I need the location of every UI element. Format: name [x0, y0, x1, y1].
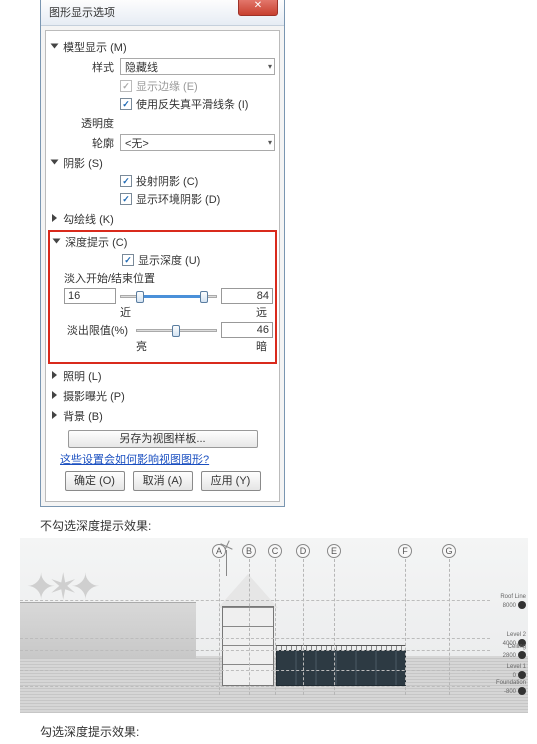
background-section: 背景 (B) — [52, 408, 275, 424]
sketchy-header[interactable]: 勾绘线 (K) — [52, 211, 275, 227]
fade-limit-track[interactable] — [136, 323, 217, 337]
caption-no-depth: 不勾选深度提示效果: — [40, 517, 537, 534]
windmill-icon — [226, 550, 227, 576]
checkbox-icon — [120, 98, 132, 110]
fade-start-input[interactable]: 16 — [64, 288, 116, 304]
grid-marker: A — [212, 544, 226, 558]
grid-marker: E — [327, 544, 341, 558]
slider-thumb[interactable] — [172, 325, 180, 337]
transparency-label: 透明度 — [70, 115, 114, 131]
expand-icon — [52, 214, 57, 222]
ok-button[interactable]: 确定 (O) — [65, 471, 125, 491]
elevation-preview: ✦✶✦ ABCDEFG Roof Line8000Level 24000Ceil… — [20, 538, 528, 713]
grid-marker: D — [296, 544, 310, 558]
sketchy-section: 勾绘线 (K) — [52, 211, 275, 227]
expand-icon — [51, 44, 59, 49]
fade-limit-input[interactable]: 46 — [221, 322, 273, 338]
dialog-body: 模型显示 (M) 样式 隐藏线 ▾ 显示边缘 (E) 使用反失真平滑线条 (I) — [45, 30, 280, 502]
level-line — [20, 650, 490, 651]
grid-marker: C — [268, 544, 282, 558]
background-header[interactable]: 背景 (B) — [52, 408, 275, 424]
show-edges-check: 显示边缘 (E) — [120, 78, 275, 94]
fade-limit-slider: 淡出限值(%) 46 亮 暗 — [64, 322, 273, 354]
fade-position-label: 淡入开始/结束位置 — [64, 270, 273, 286]
light-label: 亮 — [136, 338, 147, 354]
level-line — [20, 638, 490, 639]
checkbox-icon — [120, 193, 132, 205]
near-label: 近 — [120, 304, 131, 320]
style-label: 样式 — [70, 59, 114, 75]
grid-marker: F — [398, 544, 412, 558]
dark-label: 暗 — [256, 338, 267, 354]
far-label: 远 — [256, 304, 267, 320]
exposure-header[interactable]: 摄影曝光 (P) — [52, 388, 275, 404]
checkbox-icon — [120, 80, 132, 92]
anti-alias-check[interactable]: 使用反失真平滑线条 (I) — [120, 96, 275, 112]
ambient-shadows-check[interactable]: 显示环境阴影 (D) — [120, 191, 275, 207]
dialog-titlebar: 图形显示选项 ✕ — [41, 0, 284, 26]
level-label: Level 10 — [507, 664, 526, 680]
help-link[interactable]: 这些设置会如何影响视图图形? — [60, 451, 275, 467]
exposure-section: 摄影曝光 (P) — [52, 388, 275, 404]
transparency-row: 透明度 — [70, 115, 275, 131]
checkbox-icon — [122, 254, 134, 266]
cancel-button[interactable]: 取消 (A) — [133, 471, 193, 491]
checkbox-icon — [120, 175, 132, 187]
fade-limit-label: 淡出限值(%) — [64, 322, 128, 338]
dialog-button-bar: 确定 (O) 取消 (A) 应用 (Y) — [50, 471, 275, 491]
show-depth-check[interactable]: 显示深度 (U) — [122, 252, 273, 268]
level-label: Roof Line8000 — [500, 594, 526, 610]
expand-icon — [52, 411, 57, 419]
model-display-section: 模型显示 (M) 样式 隐藏线 ▾ 显示边缘 (E) 使用反失真平滑线条 (I) — [52, 39, 275, 151]
expand-icon — [51, 160, 59, 165]
dialog-title: 图形显示选项 — [49, 7, 115, 19]
save-as-template-button[interactable]: 另存为视图样板... — [68, 430, 258, 448]
slider-thumb-end[interactable] — [200, 291, 208, 303]
model-display-header[interactable]: 模型显示 (M) — [52, 39, 275, 55]
grid-marker: G — [442, 544, 456, 558]
shadows-section: 阴影 (S) 投射阴影 (C) 显示环境阴影 (D) — [52, 155, 275, 207]
close-button[interactable]: ✕ — [238, 0, 278, 16]
silhouette-label: 轮廓 — [70, 135, 114, 151]
style-row: 样式 隐藏线 ▾ — [70, 58, 275, 75]
grid-marker: B — [242, 544, 256, 558]
depth-cue-header[interactable]: 深度提示 (C) — [54, 234, 273, 250]
fade-end-input[interactable]: 84 — [221, 288, 273, 304]
caption-with-depth: 勾选深度提示效果: — [40, 723, 537, 740]
level-line — [20, 670, 490, 671]
silhouette-row: 轮廓 <无> ▾ — [70, 134, 275, 151]
level-line — [20, 600, 490, 601]
graphic-display-options-dialog: 图形显示选项 ✕ 模型显示 (M) 样式 隐藏线 ▾ — [40, 0, 285, 507]
depth-cue-section: 深度提示 (C) 显示深度 (U) 淡入开始/结束位置 16 — [54, 234, 273, 354]
depth-cue-highlight: 深度提示 (C) 显示深度 (U) 淡入开始/结束位置 16 — [48, 230, 277, 364]
level-label: Ceiling2800 — [503, 644, 526, 660]
style-dropdown[interactable]: 隐藏线 ▾ — [120, 58, 275, 75]
lighting-section: 照明 (L) — [52, 368, 275, 384]
level-label: Foundation-800 — [496, 680, 526, 696]
fade-range-track[interactable] — [120, 289, 217, 303]
expand-icon — [53, 239, 61, 244]
chevron-down-icon: ▾ — [268, 62, 272, 71]
slider-thumb-start[interactable] — [136, 291, 144, 303]
expand-icon — [52, 371, 57, 379]
chevron-down-icon: ▾ — [268, 138, 272, 147]
silhouette-dropdown[interactable]: <无> ▾ — [120, 134, 275, 151]
fade-range-slider: 16 84 近 远 — [64, 288, 273, 320]
apply-button[interactable]: 应用 (Y) — [201, 471, 261, 491]
lighting-header[interactable]: 照明 (L) — [52, 368, 275, 384]
expand-icon — [52, 391, 57, 399]
shadows-header[interactable]: 阴影 (S) — [52, 155, 275, 171]
level-line — [20, 686, 490, 687]
cast-shadows-check[interactable]: 投射阴影 (C) — [120, 173, 275, 189]
